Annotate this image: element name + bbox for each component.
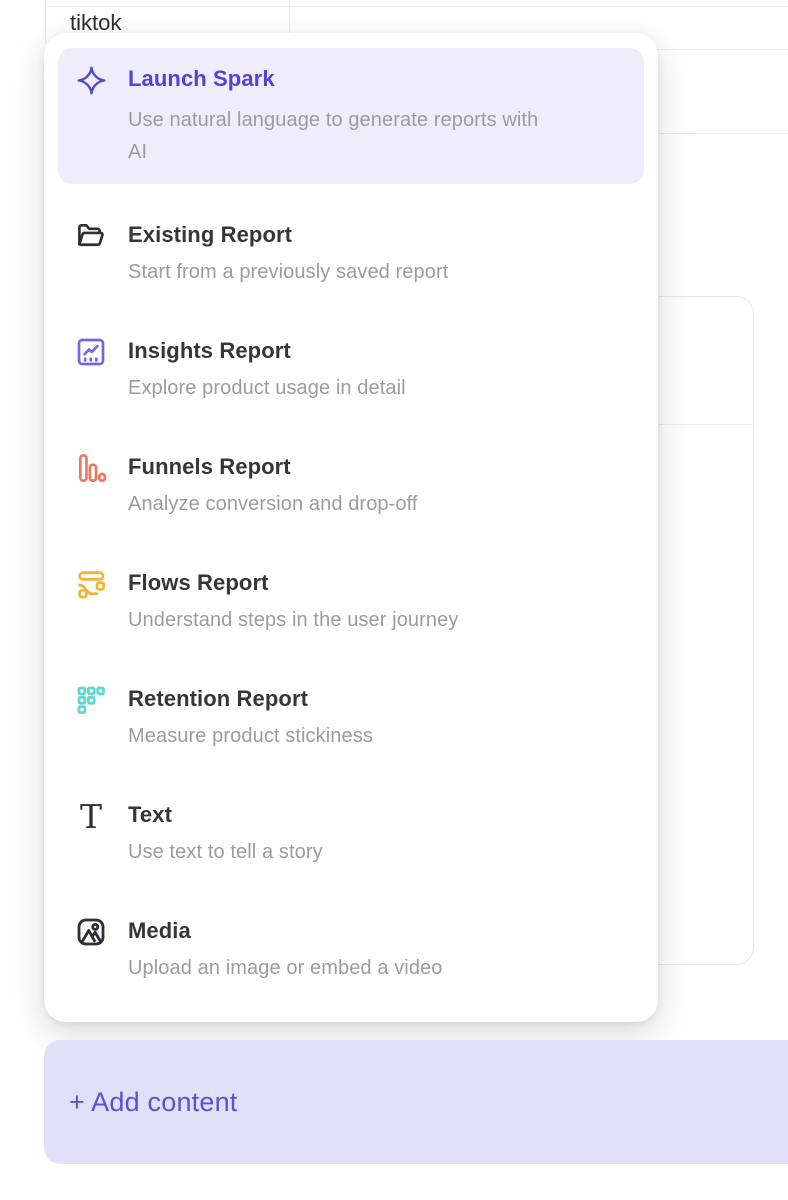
spark-icon	[74, 63, 108, 97]
menu-item-retention-report[interactable]: Retention Report Measure product stickin…	[58, 672, 644, 764]
menu-item-text: Existing Report Start from a previously …	[128, 220, 628, 288]
menu-item-title: Funnels Report	[128, 452, 628, 482]
menu-item-funnels-report[interactable]: Funnels Report Analyze conversion and dr…	[58, 440, 644, 532]
menu-item-title: Media	[128, 916, 628, 946]
text-icon: T	[74, 799, 108, 833]
add-content-menu: Launch Spark Use natural language to gen…	[44, 33, 658, 1022]
menu-item-text: Text Use text to tell a story	[128, 800, 628, 868]
menu-item-insights-report[interactable]: Insights Report Explore product usage in…	[58, 324, 644, 416]
menu-item-title: Text	[128, 800, 628, 830]
menu-item-launch-spark[interactable]: Launch Spark Use natural language to gen…	[58, 48, 644, 184]
menu-item-title: Existing Report	[128, 220, 628, 250]
menu-item-text: Flows Report Understand steps in the use…	[128, 568, 628, 636]
menu-item-subtitle: Upload an image or embed a video	[128, 952, 628, 984]
menu-item-title: Retention Report	[128, 684, 628, 714]
menu-item-title: Flows Report	[128, 568, 628, 598]
menu-item-title: Insights Report	[128, 336, 628, 366]
menu-item-media[interactable]: Media Upload an image or embed a video	[58, 904, 644, 996]
menu-item-subtitle: Start from a previously saved report	[128, 256, 628, 288]
menu-item-text: Retention Report Measure product stickin…	[128, 684, 628, 752]
menu-item-flows-report[interactable]: Flows Report Understand steps in the use…	[58, 556, 644, 648]
menu-item-subtitle: Explore product usage in detail	[128, 372, 628, 404]
menu-item-subtitle: Use text to tell a story	[128, 836, 628, 868]
menu-item-subtitle: Analyze conversion and drop-off	[128, 488, 628, 520]
media-icon	[74, 915, 108, 949]
flows-icon	[74, 567, 108, 601]
menu-item-subtitle: Use natural language to generate reports…	[128, 104, 548, 168]
menu-item-subtitle: Understand steps in the user journey	[128, 604, 628, 636]
funnel-bars-icon	[74, 451, 108, 485]
add-content-label: + Add content	[69, 1087, 238, 1118]
menu-item-subtitle: Measure product stickiness	[128, 720, 628, 752]
folder-open-icon	[74, 219, 108, 253]
background-table-top-border	[44, 6, 788, 7]
menu-item-text-block[interactable]: T Text Use text to tell a story	[58, 788, 644, 880]
menu-item-text: Launch Spark Use natural language to gen…	[128, 64, 628, 168]
menu-item-title: Launch Spark	[128, 64, 628, 94]
add-content-button[interactable]: + Add content	[44, 1040, 788, 1164]
menu-item-text: Insights Report Explore product usage in…	[128, 336, 628, 404]
background-column-divider-left	[45, 0, 46, 44]
insights-chart-icon	[74, 335, 108, 369]
menu-item-text: Funnels Report Analyze conversion and dr…	[128, 452, 628, 520]
menu-item-text: Media Upload an image or embed a video	[128, 916, 628, 984]
retention-grid-icon	[74, 683, 108, 717]
menu-item-existing-report[interactable]: Existing Report Start from a previously …	[58, 208, 644, 300]
